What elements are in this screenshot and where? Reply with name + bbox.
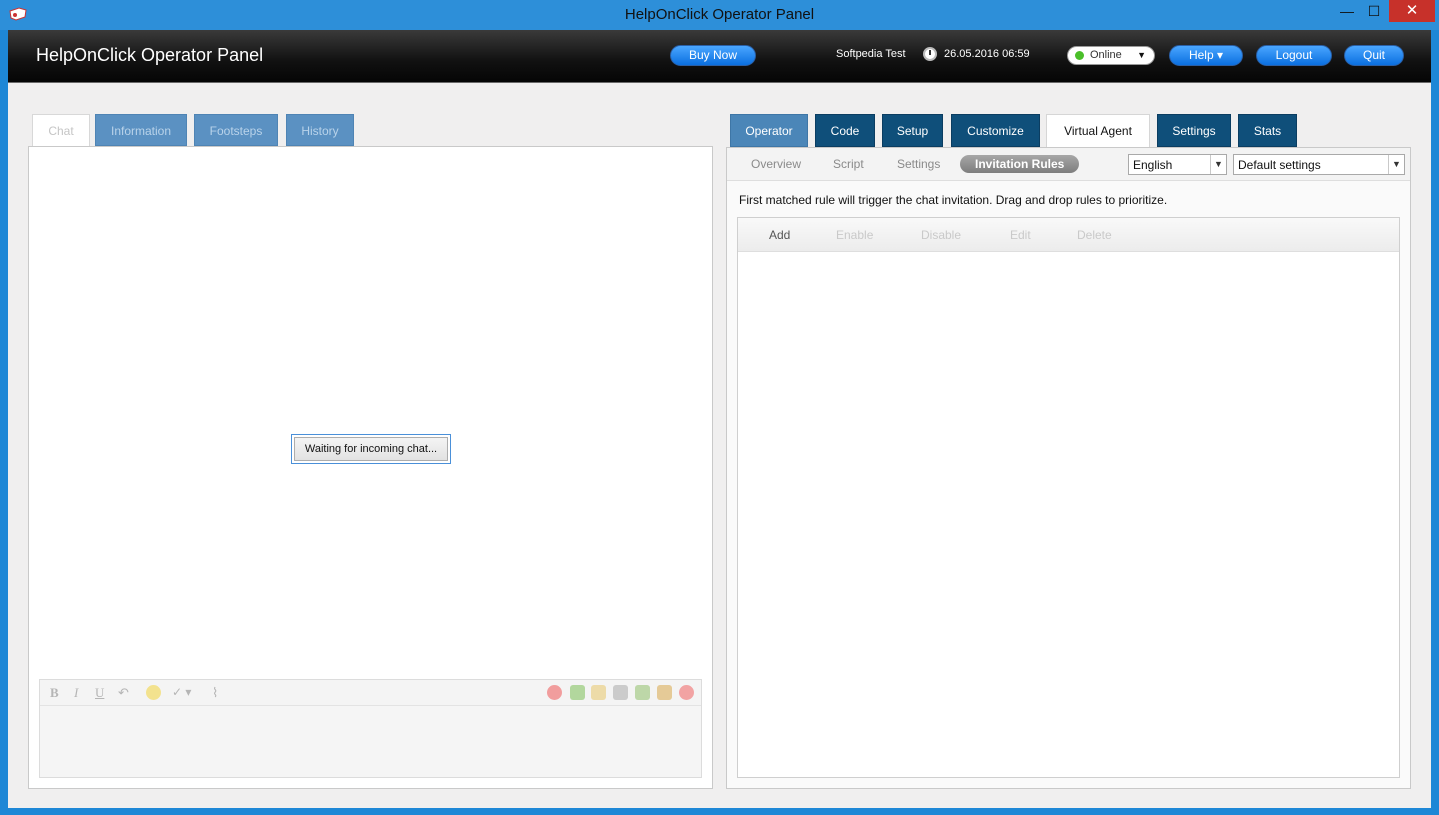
chevron-down-icon: ▼ [1137,50,1146,60]
preset-value: Default settings [1238,158,1321,172]
preset-select[interactable]: Default settings ▼ [1233,154,1405,175]
message-composer: B I U ↶ ✓ ▾ ⌇ [39,679,702,778]
smiley-icon[interactable] [146,685,161,700]
rules-toolbar: Add Enable Disable Edit Delete [738,218,1399,252]
tab-chat[interactable]: Chat [32,114,90,146]
chevron-down-icon: ▼ [1388,155,1404,174]
tab-information[interactable]: Information [95,114,187,146]
tab-footsteps[interactable]: Footsteps [194,114,278,146]
tab-history[interactable]: History [286,114,354,146]
subtab-settings[interactable]: Settings [897,157,940,171]
logout-button[interactable]: Logout [1256,45,1332,66]
tab-customize[interactable]: Customize [951,114,1040,147]
invite-operator-icon[interactable] [657,685,672,700]
virtual-agent-panel: Overview Script Settings Invitation Rule… [726,147,1411,789]
block-icon[interactable] [547,685,562,700]
bold-button[interactable]: B [50,685,59,701]
quit-button[interactable]: Quit [1344,45,1404,66]
date-time: 26.05.2016 06:59 [944,48,1030,60]
virtual-agent-subnav: Overview Script Settings Invitation Rule… [727,148,1410,181]
tab-code[interactable]: Code [815,114,875,147]
transfer-icon[interactable] [570,685,585,700]
undo-icon[interactable]: ↶ [118,685,129,701]
waiting-indicator: Waiting for incoming chat... [291,434,451,464]
rules-hint: First matched rule will trigger the chat… [739,193,1168,207]
underline-button[interactable]: U [95,685,104,701]
tab-virtual-agent[interactable]: Virtual Agent [1046,114,1150,148]
italic-button[interactable]: I [74,685,78,701]
email-icon[interactable] [591,685,606,700]
print-icon[interactable] [613,685,628,700]
title-bar: HelpOnClick Operator Panel — ☐ ✕ [0,0,1439,30]
rules-list[interactable]: Add Enable Disable Edit Delete [737,217,1400,778]
close-button[interactable]: ✕ [1389,0,1435,22]
buy-now-button[interactable]: Buy Now [670,45,756,66]
language-select[interactable]: English ▼ [1128,154,1227,175]
clock-icon [923,47,937,61]
spellcheck-icon[interactable]: ✓ ▾ [172,685,191,699]
subtab-invitation-rules[interactable]: Invitation Rules [960,155,1080,173]
tab-operator[interactable]: Operator [730,114,808,147]
format-toolbar: B I U ↶ ✓ ▾ ⌇ [40,680,701,706]
enable-rule-button[interactable]: Enable [836,228,873,242]
chat-panel: Waiting for incoming chat... B I U ↶ ✓ ▾… [28,146,713,789]
app-client-area: HelpOnClick Operator Panel Buy Now Softp… [8,30,1431,808]
window-title: HelpOnClick Operator Panel [624,6,815,23]
operator-name: Softpedia Test [836,48,906,60]
tab-stats[interactable]: Stats [1238,114,1297,147]
disable-rule-button[interactable]: Disable [921,228,961,242]
status-online-icon [1075,51,1084,60]
language-value: English [1133,158,1173,172]
attachment-icon[interactable]: ⌇ [212,685,218,701]
edit-rule-button[interactable]: Edit [1010,228,1031,242]
delete-rule-button[interactable]: Delete [1077,228,1112,242]
add-rule-button[interactable]: Add [769,228,790,242]
minimize-button[interactable]: — [1333,0,1361,22]
status-label: Online [1090,49,1122,61]
subtab-script[interactable]: Script [833,157,864,171]
end-chat-icon[interactable] [679,685,694,700]
help-button[interactable]: Help ▾ [1169,45,1243,66]
add-operator-icon[interactable] [635,685,650,700]
message-input[interactable] [40,706,701,777]
chevron-down-icon: ▼ [1210,155,1226,174]
status-select[interactable]: Online ▼ [1067,46,1155,65]
tab-setup[interactable]: Setup [882,114,943,147]
maximize-button[interactable]: ☐ [1361,0,1387,22]
app-header: HelpOnClick Operator Panel Buy Now Softp… [8,30,1431,83]
subtab-overview[interactable]: Overview [751,157,801,171]
app-brand: HelpOnClick Operator Panel [36,45,264,65]
tab-settings[interactable]: Settings [1157,114,1231,147]
waiting-label: Waiting for incoming chat... [294,437,448,461]
